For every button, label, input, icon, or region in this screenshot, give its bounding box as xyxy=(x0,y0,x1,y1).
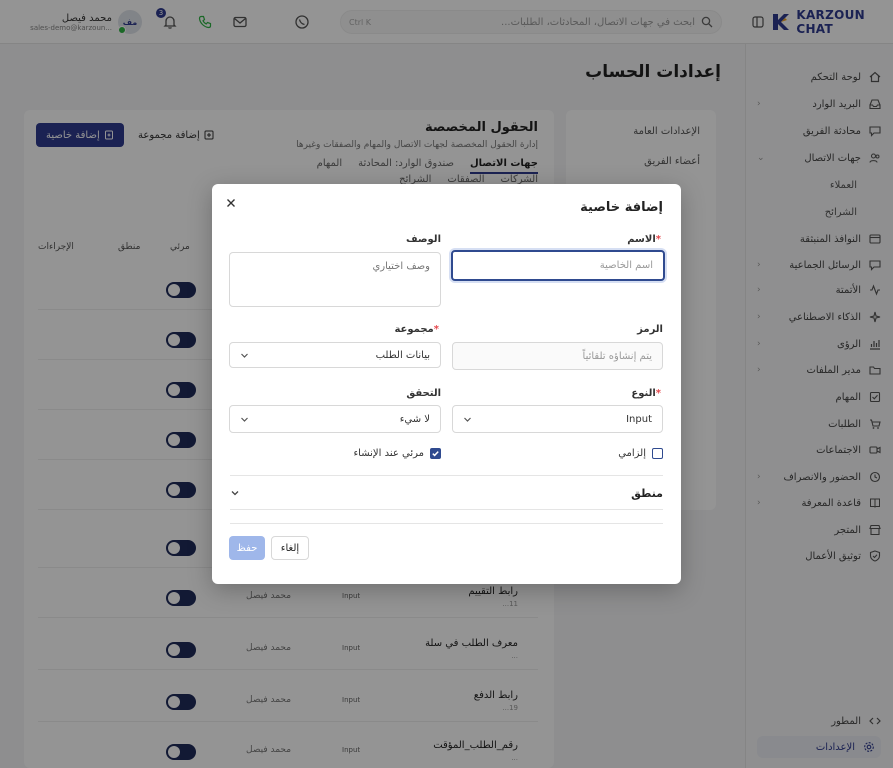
check-icon xyxy=(432,451,439,457)
divider xyxy=(230,523,663,524)
group-label: *مجموعة xyxy=(394,324,441,335)
visible-on-create-checkbox[interactable]: مرئي عند الإنشاء xyxy=(353,448,441,459)
required-marker: * xyxy=(655,388,661,399)
logic-accordion[interactable]: منطق xyxy=(230,477,663,509)
group-label-text: مجموعة xyxy=(394,324,434,335)
code-input[interactable]: يتم إنشاؤه تلقائياً xyxy=(452,342,663,370)
description-input[interactable] xyxy=(229,252,441,307)
divider xyxy=(230,509,663,510)
required-marker: * xyxy=(433,324,439,335)
divider xyxy=(230,475,663,476)
name-label: *الاسم xyxy=(627,234,663,245)
cancel-button[interactable]: إلغاء xyxy=(271,536,309,560)
code-label: الرمز xyxy=(637,324,663,335)
type-label-text: النوع xyxy=(631,388,656,399)
name-label-text: الاسم xyxy=(627,234,656,245)
add-property-dialog: إضافة خاصية *الاسم اسم الخاصية الوصف الر… xyxy=(212,184,681,584)
chevron-down-icon xyxy=(240,351,249,360)
required-checkbox-label: إلزامي xyxy=(618,448,646,459)
chevron-down-icon xyxy=(463,415,472,424)
group-value: بيانات الطلب xyxy=(375,349,430,361)
close-icon[interactable] xyxy=(224,196,238,210)
save-button[interactable]: حفظ xyxy=(229,536,265,560)
visible-on-create-checkbox-box[interactable] xyxy=(430,448,441,459)
code-placeholder: يتم إنشاؤه تلقائياً xyxy=(582,350,652,362)
required-checkbox-box[interactable] xyxy=(652,448,663,459)
required-marker: * xyxy=(655,234,661,245)
type-value: Input xyxy=(626,413,652,425)
type-label: *النوع xyxy=(631,388,663,399)
name-placeholder: اسم الخاصية xyxy=(599,260,653,271)
chevron-down-icon xyxy=(240,415,249,424)
type-select[interactable]: Input xyxy=(452,405,663,433)
visible-on-create-label: مرئي عند الإنشاء xyxy=(353,448,424,459)
dialog-title: إضافة خاصية xyxy=(580,200,663,215)
logic-label: منطق xyxy=(631,486,663,500)
validation-label: التحقق xyxy=(406,388,441,399)
name-input[interactable]: اسم الخاصية xyxy=(451,250,665,281)
description-label: الوصف xyxy=(405,234,441,245)
group-select[interactable]: بيانات الطلب xyxy=(229,342,441,368)
validation-select[interactable]: لا شيء xyxy=(229,405,441,433)
required-checkbox[interactable]: إلزامي xyxy=(618,448,663,459)
validation-value: لا شيء xyxy=(399,413,430,425)
chevron-down-icon xyxy=(230,488,240,498)
